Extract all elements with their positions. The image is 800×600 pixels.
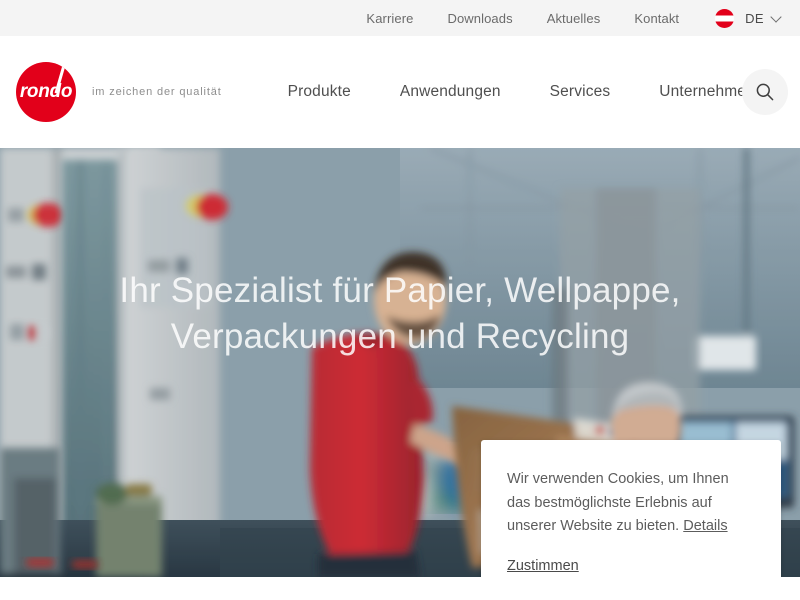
- site-header: rondo im zeichen der qualität Produkte A…: [0, 36, 800, 148]
- main-navigation: Produkte Anwendungen Services Unternehme…: [288, 83, 755, 101]
- hero-section: Ihr Spezialist für Papier, Wellpappe, Ve…: [0, 148, 800, 577]
- page-bottom-spacer: [0, 577, 800, 600]
- nav-item-services[interactable]: Services: [550, 83, 611, 101]
- topbar-link-downloads[interactable]: Downloads: [447, 11, 512, 26]
- hero-headline: Ihr Spezialist für Papier, Wellpappe, Ve…: [119, 271, 681, 357]
- rondo-logo-icon: rondo: [16, 62, 76, 122]
- topbar-link-kontakt[interactable]: Kontakt: [634, 11, 679, 26]
- chevron-down-icon: [770, 10, 782, 23]
- topbar-link-aktuelles[interactable]: Aktuelles: [547, 11, 601, 26]
- language-code: DE: [745, 10, 764, 26]
- search-button[interactable]: [742, 69, 788, 115]
- logo-tagline: im zeichen der qualität: [92, 86, 222, 98]
- cookie-consent-banner: Wir verwenden Cookies, um Ihnen das best…: [481, 440, 781, 577]
- logo-home-link[interactable]: rondo im zeichen der qualität: [16, 62, 222, 122]
- nav-item-unternehmen[interactable]: Unternehmen: [659, 83, 755, 101]
- cookie-message: Wir verwenden Cookies, um Ihnen das best…: [507, 468, 755, 539]
- cookie-accept-button[interactable]: Zustimmen: [507, 558, 579, 574]
- cookie-details-link[interactable]: Details: [683, 518, 727, 534]
- topbar-link-karriere[interactable]: Karriere: [366, 11, 413, 26]
- language-selector[interactable]: DE: [715, 8, 782, 28]
- nav-item-anwendungen[interactable]: Anwendungen: [400, 83, 501, 101]
- top-utility-bar: Karriere Downloads Aktuelles Kontakt DE: [0, 0, 800, 36]
- nav-item-produkte[interactable]: Produkte: [288, 83, 351, 101]
- austria-flag-icon: [715, 8, 735, 28]
- logo-wordmark: rondo: [19, 81, 73, 102]
- search-icon: [756, 83, 774, 101]
